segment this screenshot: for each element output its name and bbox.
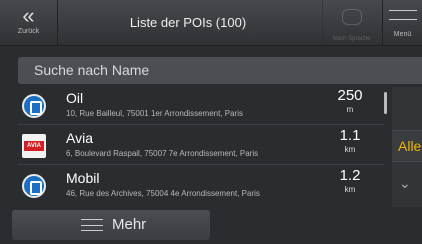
menu-button[interactable]: Menü	[382, 0, 422, 46]
list-item[interactable]: AVIA Avia 6, Boulevard Raspail, 75007 7e…	[18, 127, 384, 165]
avia-logo-text: AVIA	[24, 141, 44, 151]
poi-distance: 250 m	[330, 87, 370, 115]
menu-label: Menü	[393, 31, 412, 38]
list-item[interactable]: Oil 10, Rue Bailleul, 75001 1er Arrondis…	[18, 87, 384, 125]
back-button-label: Zurück	[17, 28, 40, 35]
poi-distance: 1.2 km	[330, 167, 370, 195]
distance-unit: m	[346, 105, 354, 114]
voice-search-label: Nach Sprache	[332, 36, 371, 42]
distance-unit: km	[344, 185, 356, 194]
list-item[interactable]: Mobil 46, Rue des Archives, 75004 4e Arr…	[18, 167, 384, 205]
poi-name: Avia	[66, 130, 93, 146]
avia-logo-icon: AVIA	[22, 134, 46, 158]
more-button[interactable]: Mehr	[12, 210, 210, 240]
back-button[interactable]: « Zurück	[0, 0, 58, 46]
poi-address: 46, Rue des Archives, 75004 4e Arrondiss…	[66, 189, 260, 198]
distance-unit: km	[344, 145, 356, 154]
speech-bubble-icon	[341, 9, 362, 25]
list-scrollbar[interactable]	[384, 92, 387, 114]
more-button-label: Mehr	[112, 216, 147, 233]
fuel-station-icon	[22, 94, 46, 118]
top-bar: « Zurück Liste der POIs (100) Nach Sprac…	[0, 0, 422, 46]
chevron-down-icon: ⌄	[399, 175, 411, 191]
distance-value: 250	[337, 87, 363, 104]
poi-address: 6, Boulevard Raspail, 75007 7e Arrondiss…	[66, 149, 259, 158]
poi-address: 10, Rue Bailleul, 75001 1er Arrondisseme…	[66, 109, 243, 118]
list-icon	[81, 219, 103, 231]
poi-name: Oil	[66, 90, 84, 106]
menu-icon	[388, 10, 417, 20]
poi-name: Mobil	[66, 170, 100, 186]
distance-value: 1.2	[339, 167, 361, 184]
search-input[interactable]: Suche nach Name	[18, 57, 422, 84]
show-all-button[interactable]: Alle	[392, 130, 422, 162]
fuel-station-icon	[22, 174, 46, 198]
voice-search-button[interactable]: Nach Sprache	[322, 0, 380, 46]
poi-list: Oil 10, Rue Bailleul, 75001 1er Arrondis…	[18, 87, 384, 207]
page-title: Liste der POIs (100)	[129, 15, 247, 30]
poi-distance: 1.1 km	[330, 127, 370, 155]
back-chevron-icon: «	[22, 3, 35, 28]
collapse-button[interactable]: ⌄	[392, 170, 422, 202]
show-all-label: Alle	[398, 138, 422, 154]
distance-value: 1.1	[339, 127, 361, 144]
